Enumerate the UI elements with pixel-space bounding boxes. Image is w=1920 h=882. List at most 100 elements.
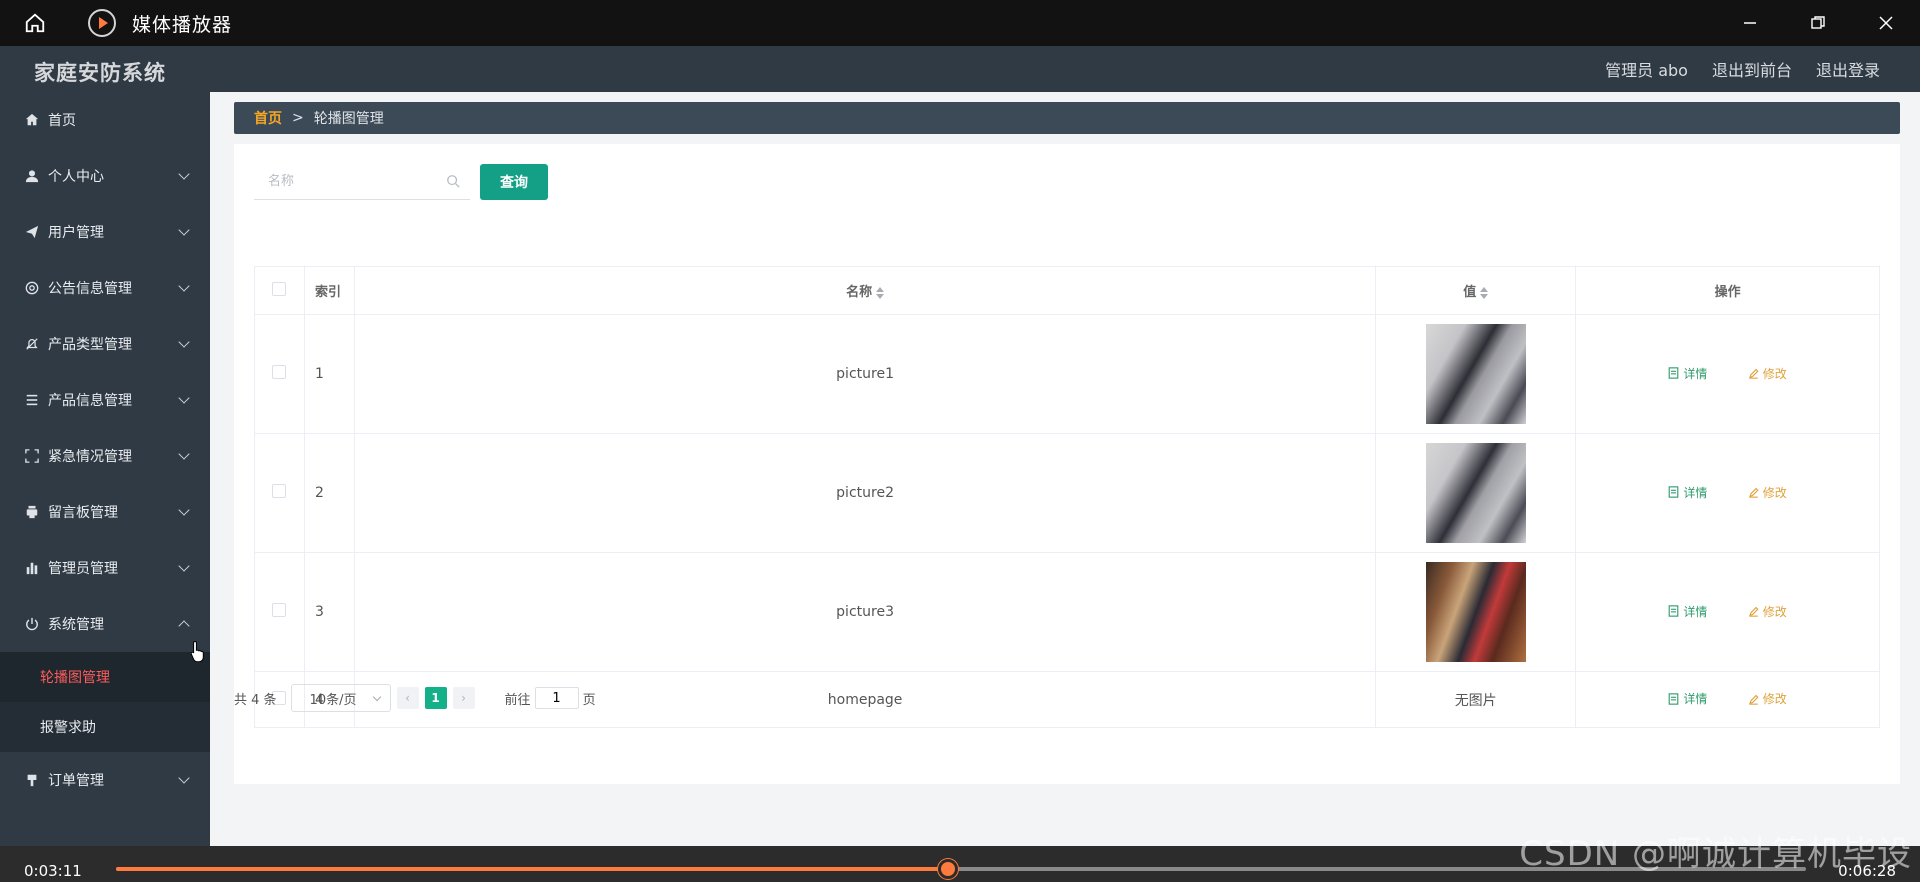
carousel-image-thumbnail[interactable]	[1425, 443, 1526, 543]
current-user: 管理员 abo	[1605, 61, 1688, 80]
row-checkbox[interactable]	[272, 484, 287, 498]
sort-icon[interactable]	[1480, 286, 1489, 299]
table-row: 3 picture3 详情 修改	[254, 552, 1880, 672]
search-field	[254, 164, 470, 200]
page-size-value: 10条/页	[309, 692, 357, 708]
search-input[interactable]	[254, 164, 470, 199]
row-index: 3	[303, 552, 355, 672]
sidebar-item-label: 公告信息管理	[48, 281, 132, 297]
restore-icon	[1811, 16, 1825, 29]
sidebar-item-orders[interactable]: 订单管理	[0, 752, 210, 808]
goto-unit: 页	[582, 692, 596, 708]
search-icon	[447, 175, 460, 188]
main-content: 首页 > 轮播图管理 查询 索引 名称 值 操作	[210, 92, 1920, 846]
home-icon	[25, 13, 45, 33]
select-all-checkbox[interactable]	[272, 281, 287, 296]
player-titlebar: 媒体播放器	[0, 0, 1920, 46]
sidebar-item-label: 订单管理	[48, 773, 104, 789]
pagination: 共 4 条 10条/页 ‹ 1 › 前往 页	[234, 684, 596, 712]
carousel-table: 索引 名称 值 操作 1 picture1 详情 修改 2 picture2 详…	[254, 266, 1880, 728]
row-value	[1375, 314, 1577, 434]
detail-button[interactable]: 详情	[1668, 690, 1707, 707]
player-title: 媒体播放器	[132, 13, 233, 36]
settings-circle-icon	[24, 280, 40, 296]
app-header: 家庭安防系统 管理员 abo 退出到前台 退出登录	[0, 46, 1920, 92]
sidebar-item-emergency[interactable]: 紧急情况管理	[0, 428, 210, 484]
sidebar-item-product-types[interactable]: 产品类型管理	[0, 316, 210, 372]
sidebar-item-notices[interactable]: 公告信息管理	[0, 260, 210, 316]
row-actions: 详情 修改	[1575, 552, 1880, 672]
sidebar-item-users[interactable]: 用户管理	[0, 204, 210, 260]
detail-label: 详情	[1683, 604, 1708, 619]
detail-button[interactable]: 详情	[1668, 484, 1707, 501]
sidebar-item-system[interactable]: 系统管理	[0, 596, 210, 652]
row-actions: 详情 修改	[1575, 433, 1880, 553]
carousel-image-thumbnail[interactable]	[1425, 562, 1526, 662]
row-checkbox[interactable]	[272, 365, 287, 379]
document-icon	[1668, 367, 1679, 379]
row-actions: 详情 修改	[1575, 671, 1880, 728]
column-header-name[interactable]: 名称	[353, 266, 1377, 315]
prev-page-button[interactable]: ‹	[396, 687, 419, 709]
sidebar-item-products[interactable]: 产品信息管理	[0, 372, 210, 428]
table-row: 2 picture2 详情 修改	[254, 433, 1880, 553]
sidebar-subitem-alarm[interactable]: 报警求助	[0, 702, 210, 752]
sidebar-subitem-carousel[interactable]: 轮播图管理	[0, 652, 210, 702]
chevron-down-icon	[178, 504, 190, 516]
user-icon	[24, 168, 40, 184]
detail-button[interactable]: 详情	[1668, 603, 1707, 620]
goto-label: 前往	[504, 692, 531, 708]
home-button[interactable]	[0, 0, 70, 46]
sidebar: 首页 个人中心 用户管理 公告信息管理 产品类型管理 产品信息管理 紧急情况管理…	[0, 92, 210, 846]
page-number-current[interactable]: 1	[424, 687, 447, 709]
breadcrumb-current: 轮播图管理	[313, 111, 384, 127]
carousel-image-thumbnail[interactable]	[1425, 324, 1526, 424]
row-name: picture1	[353, 314, 1377, 434]
query-button[interactable]: 查询	[480, 164, 548, 200]
chevron-down-icon	[178, 168, 190, 180]
power-icon	[24, 616, 40, 632]
row-index: 2	[303, 433, 355, 553]
column-header-name-label: 名称	[846, 285, 873, 300]
column-header-index: 索引	[303, 266, 355, 315]
close-button[interactable]	[1852, 0, 1920, 46]
breadcrumb: 首页 > 轮播图管理	[234, 102, 1900, 134]
edit-button[interactable]: 修改	[1748, 484, 1787, 501]
detail-label: 详情	[1683, 692, 1708, 707]
goto-page-input[interactable]	[534, 687, 579, 709]
chevron-down-icon	[178, 224, 190, 236]
seek-handle[interactable]	[938, 859, 958, 879]
chevron-down-icon	[372, 692, 381, 702]
detail-button[interactable]: 详情	[1668, 365, 1707, 382]
breadcrumb-home[interactable]: 首页	[254, 108, 282, 128]
back-to-front-link[interactable]: 退出到前台	[1712, 57, 1792, 81]
edit-button[interactable]: 修改	[1748, 365, 1787, 382]
edit-label: 修改	[1762, 366, 1787, 381]
row-checkbox[interactable]	[272, 603, 287, 617]
sidebar-item-label: 产品信息管理	[48, 393, 132, 409]
document-icon	[1668, 693, 1679, 705]
row-actions: 详情 修改	[1575, 314, 1880, 434]
play-icon	[88, 9, 116, 37]
column-header-actions: 操作	[1575, 266, 1880, 315]
sort-icon[interactable]	[876, 286, 885, 299]
sidebar-item-admins[interactable]: 管理员管理	[0, 540, 210, 596]
edit-button[interactable]: 修改	[1748, 690, 1787, 707]
column-header-value[interactable]: 值	[1375, 266, 1577, 315]
logout-link[interactable]: 退出登录	[1816, 57, 1880, 81]
sidebar-item-home[interactable]: 首页	[0, 92, 210, 148]
pagination-total: 共 4 条	[234, 692, 277, 708]
next-page-button[interactable]: ›	[452, 687, 475, 709]
goto-page: 前往 页	[505, 687, 596, 709]
sidebar-item-label: 紧急情况管理	[48, 449, 132, 465]
sidebar-item-messages[interactable]: 留言板管理	[0, 484, 210, 540]
pencil-icon	[1748, 488, 1759, 498]
row-value: 无图片	[1375, 671, 1577, 728]
edit-button[interactable]: 修改	[1748, 603, 1787, 620]
page-size-select[interactable]: 10条/页	[290, 684, 391, 712]
minimize-button[interactable]	[1716, 0, 1784, 46]
detail-label: 详情	[1683, 485, 1708, 500]
chevron-down-icon	[178, 392, 190, 404]
restore-button[interactable]	[1784, 0, 1852, 46]
sidebar-item-profile[interactable]: 个人中心	[0, 148, 210, 204]
